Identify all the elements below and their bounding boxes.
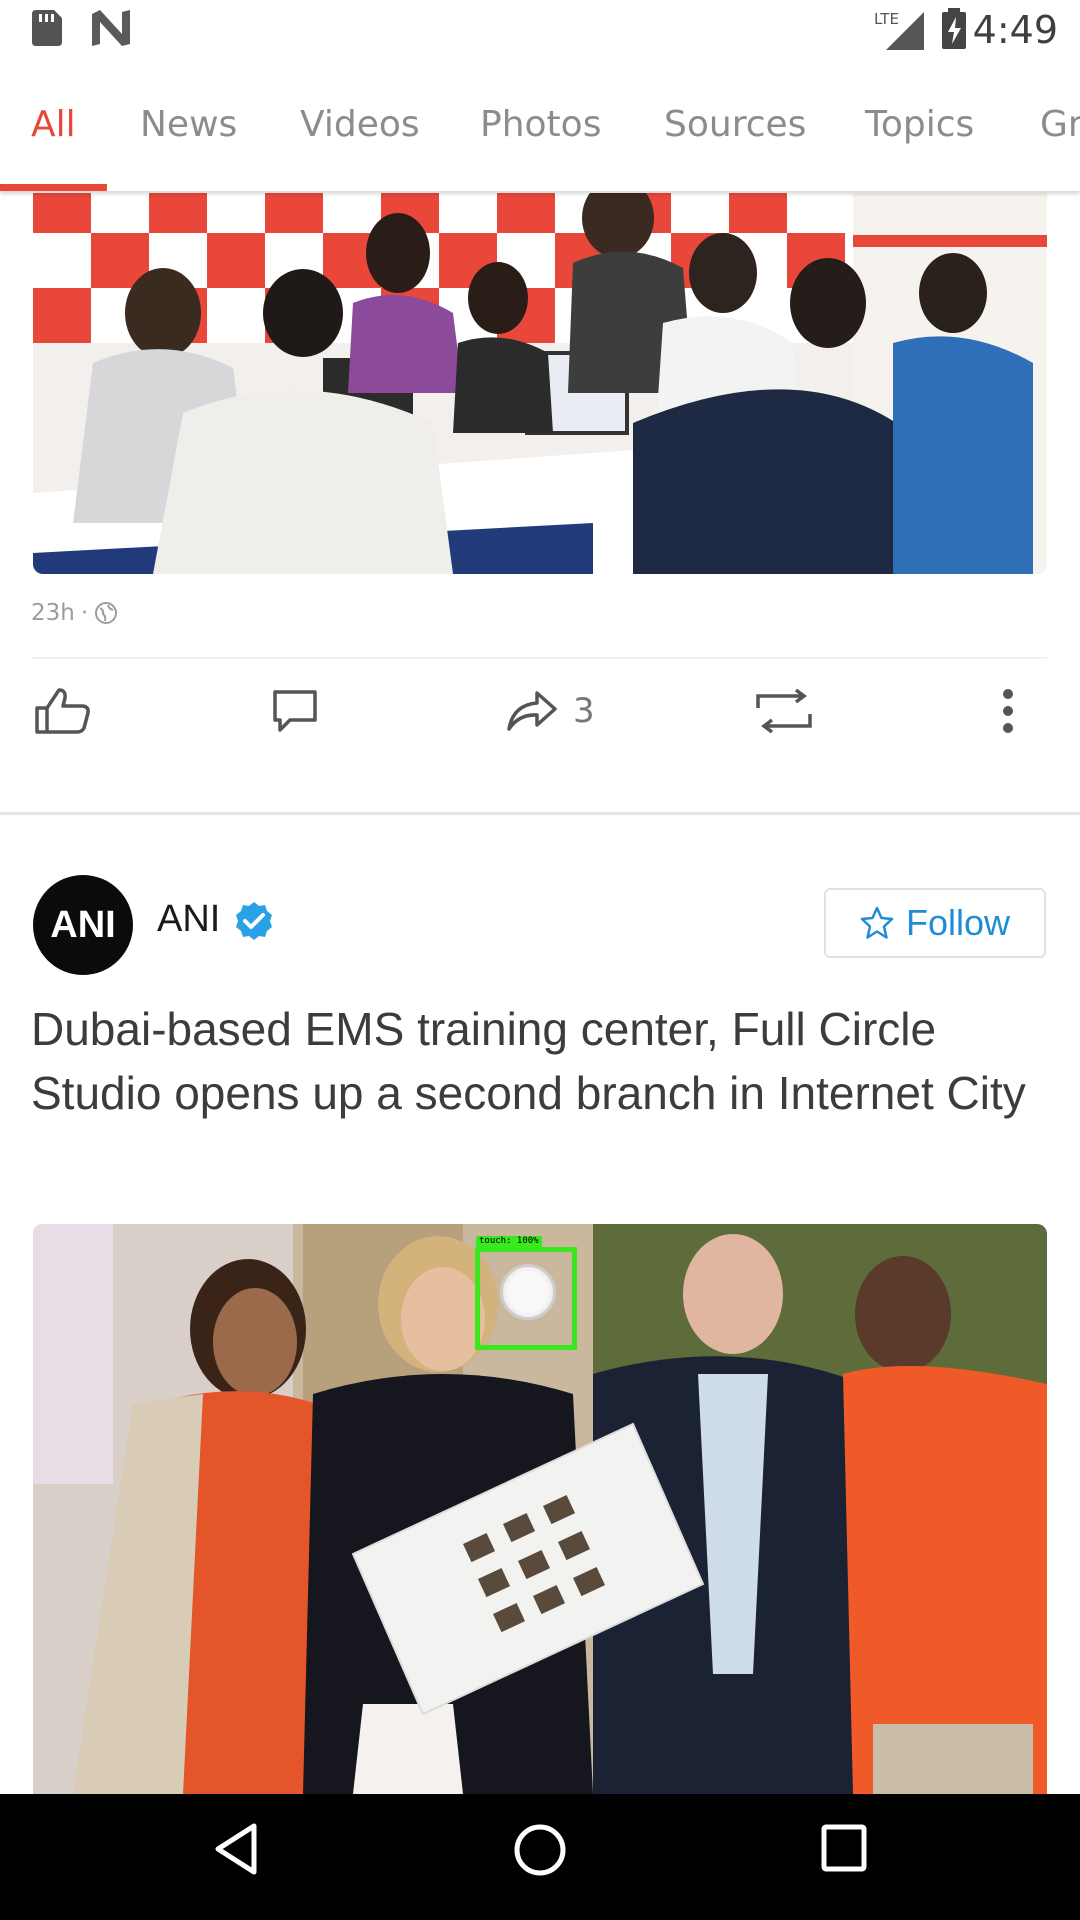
- repost-icon: [756, 688, 812, 734]
- avatar[interactable]: ANI: [33, 875, 133, 975]
- tab-groups[interactable]: Gr: [1040, 104, 1080, 145]
- status-bar: LTE 4:49: [0, 0, 1080, 64]
- lte-signal-icon: LTE: [874, 10, 924, 50]
- follow-button[interactable]: Follow: [824, 888, 1046, 958]
- feed-separator: [0, 812, 1080, 815]
- tab-news[interactable]: News: [140, 104, 237, 145]
- tab-topics[interactable]: Topics: [865, 104, 974, 145]
- share-button[interactable]: 3: [505, 680, 595, 742]
- touch-indicator-label: touch: 100%: [476, 1236, 542, 1247]
- post-image-office-team[interactable]: [33, 193, 1047, 574]
- system-nav-bar: [0, 1794, 1080, 1920]
- verified-badge-icon: [236, 902, 272, 940]
- follow-label: Follow: [905, 902, 1011, 943]
- tab-videos[interactable]: Videos: [300, 104, 420, 145]
- like-icon: [35, 688, 90, 734]
- n-notification-icon: [92, 10, 130, 46]
- source-name[interactable]: ANI: [157, 898, 220, 941]
- touch-point: [500, 1264, 556, 1320]
- more-options-button[interactable]: [1002, 680, 1014, 742]
- tab-sources[interactable]: Sources: [664, 104, 806, 145]
- clock: 4:49: [972, 8, 1058, 52]
- share-icon: [507, 691, 557, 731]
- star-outline-icon: [860, 906, 894, 939]
- tab-photos[interactable]: Photos: [480, 104, 601, 145]
- sd-card-icon: [32, 10, 62, 46]
- more-vert-icon: [1003, 689, 1013, 733]
- tab-all[interactable]: All: [31, 104, 76, 145]
- post-headline[interactable]: Dubai-based EMS training center, Full Ci…: [31, 997, 1047, 1125]
- repost-button[interactable]: [752, 680, 816, 742]
- recents-icon[interactable]: [820, 1822, 868, 1874]
- share-count: 3: [573, 691, 595, 731]
- post-divider: [31, 657, 1047, 659]
- like-button[interactable]: [33, 680, 93, 742]
- meta-separator: ·: [80, 600, 89, 626]
- globe-icon: [95, 602, 118, 624]
- battery-charging-icon: [942, 8, 966, 49]
- back-icon[interactable]: [212, 1822, 260, 1876]
- time-ago: 23h: [31, 600, 75, 626]
- category-tabs: All News Videos Photos Sources Topics Gr: [0, 64, 1080, 191]
- comment-button[interactable]: [272, 680, 318, 742]
- comment-icon: [273, 690, 317, 732]
- post-meta: 23h ·: [31, 600, 118, 626]
- home-icon[interactable]: [512, 1822, 568, 1878]
- active-tab-indicator: [0, 184, 107, 191]
- lte-label: LTE: [874, 10, 899, 28]
